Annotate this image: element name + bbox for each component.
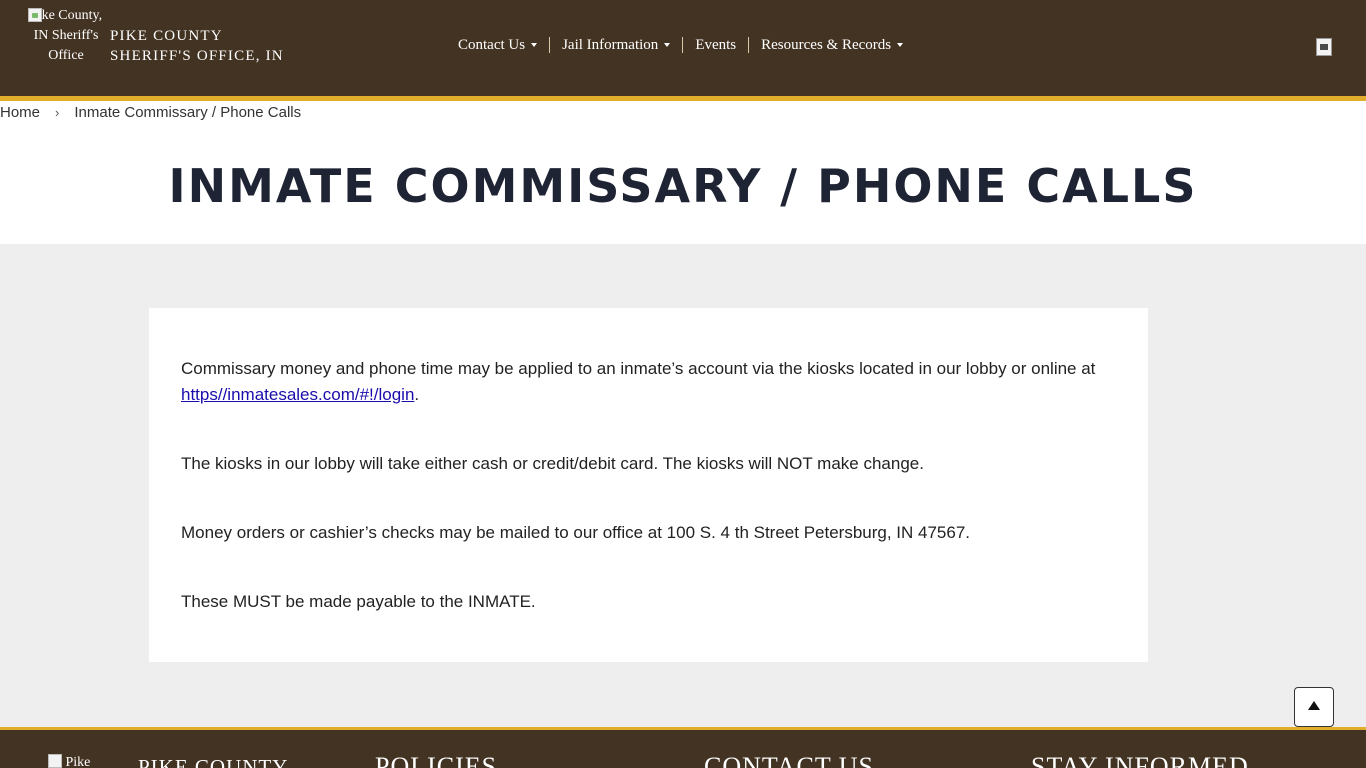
nav-resources-records[interactable]: Resources & Records [748,37,915,53]
nav-contact-us-label: Contact Us [458,37,526,53]
page-title: INMATE COMMISSARY / PHONE CALLS [168,159,1198,213]
payable-paragraph: These MUST be made payable to the INMATE… [181,592,536,611]
footer-heading-stay-informed: STAY INFORMED [1031,752,1249,768]
footer-logo-alt-text: Pike [65,755,91,768]
footer-heading-policies: POLICIES [375,752,498,768]
breadcrumb-home-link[interactable]: Home [0,104,40,121]
chevron-down-icon [664,43,671,47]
site-footer: Pike PIKE COUNTY POLICIES CONTACT US STA… [0,727,1366,768]
broken-image-icon [48,754,62,768]
footer-brand: PIKE COUNTY [138,755,289,768]
site-title-line1: PIKE COUNTY [110,28,223,44]
commissary-text: Commissary money and phone time may be a… [181,359,1096,378]
sheriff-logo-image[interactable]: Pike County, IN Sheriff's Office [28,6,104,88]
breadcrumb-current: Inmate Commissary / Phone Calls [74,104,302,121]
chevron-down-icon [897,43,904,47]
nav-jail-information-label: Jail Information [562,37,659,53]
nav-resources-records-label: Resources & Records [761,37,892,53]
nav-contact-us[interactable]: Contact Us [446,37,549,53]
inmatesales-link[interactable]: https//inmatesales.com/#!/login [181,385,414,404]
nav-events[interactable]: Events [682,37,748,53]
main-navigation: Contact Us Jail Information Events Resou… [446,34,915,56]
broken-image-icon [28,8,42,22]
site-title-link[interactable]: PIKE COUNTY SHERIFF'S OFFICE, IN [110,26,284,66]
breadcrumb-separator: › [55,105,60,120]
footer-logo-image[interactable]: Pike [48,754,108,768]
commissary-text-end: . [414,385,420,404]
site-title-line2: SHERIFF'S OFFICE, IN [110,48,284,64]
footer-heading-contact: CONTACT US [704,752,874,768]
image-icon[interactable] [1316,38,1332,56]
page-header-band: Home › Inmate Commissary / Phone Calls I… [0,101,1366,244]
nav-jail-information[interactable]: Jail Information [549,37,682,53]
money-orders-paragraph: Money orders or cashier’s checks may be … [181,523,971,542]
chevron-down-icon [531,43,538,47]
content-card: Commissary money and phone time may be a… [149,308,1148,662]
commissary-paragraph: Commissary money and phone time may be a… [181,356,1121,408]
kiosk-paragraph: The kiosks in our lobby will take either… [181,454,924,473]
nav-events-label: Events [695,37,737,53]
site-header: Pike County, IN Sheriff's Office PIKE CO… [0,0,1366,101]
breadcrumb: Home › Inmate Commissary / Phone Calls [0,104,301,121]
back-to-top-button[interactable] [1294,687,1334,727]
